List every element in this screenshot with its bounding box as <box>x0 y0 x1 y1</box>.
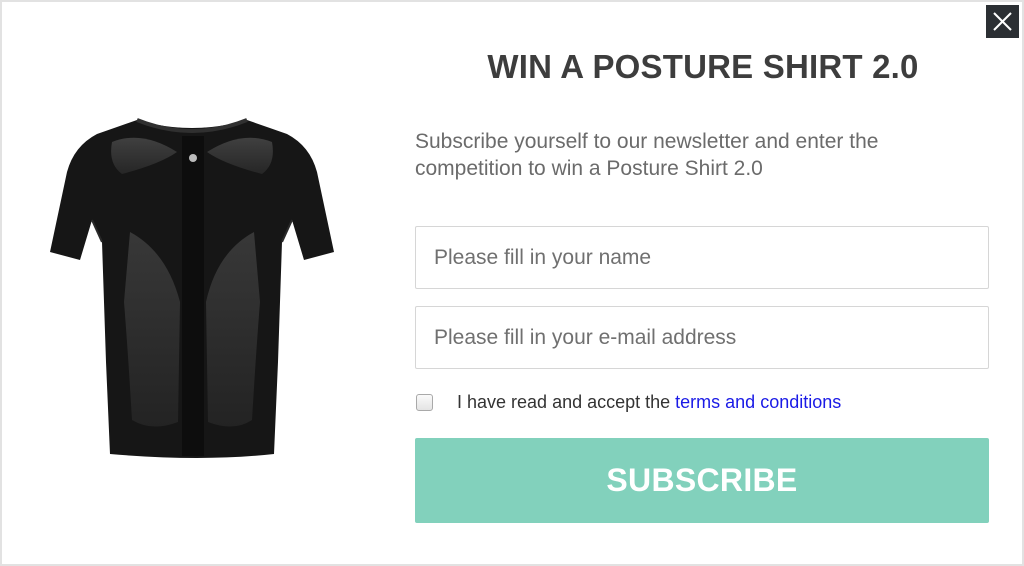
terms-row: I have read and accept the terms and con… <box>415 390 841 414</box>
posture-shirt-image <box>50 118 334 458</box>
popup-subtitle: Subscribe yourself to our newsletter and… <box>415 128 975 182</box>
terms-link[interactable]: terms and conditions <box>675 392 841 413</box>
email-input[interactable] <box>415 306 989 369</box>
subtitle-line-2: competition to win a Posture Shirt 2.0 <box>415 157 763 180</box>
terms-checkbox[interactable] <box>416 393 433 411</box>
newsletter-popup: WIN A POSTURE SHIRT 2.0 Subscribe yourse… <box>0 0 1024 566</box>
terms-label: I have read and accept the <box>457 391 671 412</box>
close-icon <box>993 12 1012 31</box>
product-image <box>42 102 342 472</box>
subscribe-button[interactable]: SUBSCRIBE <box>415 438 989 523</box>
popup-title: WIN A POSTURE SHIRT 2.0 <box>487 48 919 85</box>
subtitle-line-1: Subscribe yourself to our newsletter and… <box>415 130 879 153</box>
close-button[interactable] <box>986 5 1019 38</box>
name-input[interactable] <box>415 226 989 289</box>
